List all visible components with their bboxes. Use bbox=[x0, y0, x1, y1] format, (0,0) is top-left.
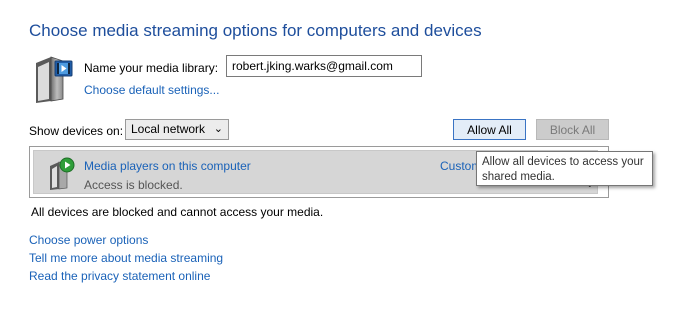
show-devices-selected-value: Local network bbox=[131, 122, 206, 136]
privacy-statement-link[interactable]: Read the privacy statement online bbox=[29, 268, 223, 286]
block-all-button[interactable]: Block All bbox=[536, 119, 609, 140]
footer-links: Choose power options Tell me more about … bbox=[29, 232, 223, 286]
media-player-computer-icon bbox=[47, 157, 77, 191]
status-message: All devices are blocked and cannot acces… bbox=[31, 205, 324, 219]
library-name-label: Name your media library: bbox=[84, 61, 219, 75]
page-title: Choose media streaming options for compu… bbox=[29, 21, 482, 40]
choose-power-options-link[interactable]: Choose power options bbox=[29, 232, 223, 250]
show-devices-label: Show devices on: bbox=[29, 124, 124, 138]
device-status-text: Access is blocked. bbox=[84, 178, 183, 192]
allow-all-button[interactable]: Allow All bbox=[453, 119, 526, 140]
library-name-input[interactable] bbox=[226, 55, 422, 77]
choose-default-settings-link[interactable]: Choose default settings... bbox=[84, 83, 219, 97]
media-server-icon bbox=[33, 53, 75, 105]
media-streaming-options-page: Choose media streaming options for compu… bbox=[0, 0, 681, 320]
allow-all-tooltip: Allow all devices to access your shared … bbox=[476, 151, 653, 186]
learn-more-streaming-link[interactable]: Tell me more about media streaming bbox=[29, 250, 223, 268]
show-devices-select[interactable]: Local network ⌄ bbox=[125, 119, 229, 140]
chevron-down-icon: ⌄ bbox=[213, 123, 223, 135]
device-name-link[interactable]: Media players on this computer bbox=[84, 159, 251, 173]
